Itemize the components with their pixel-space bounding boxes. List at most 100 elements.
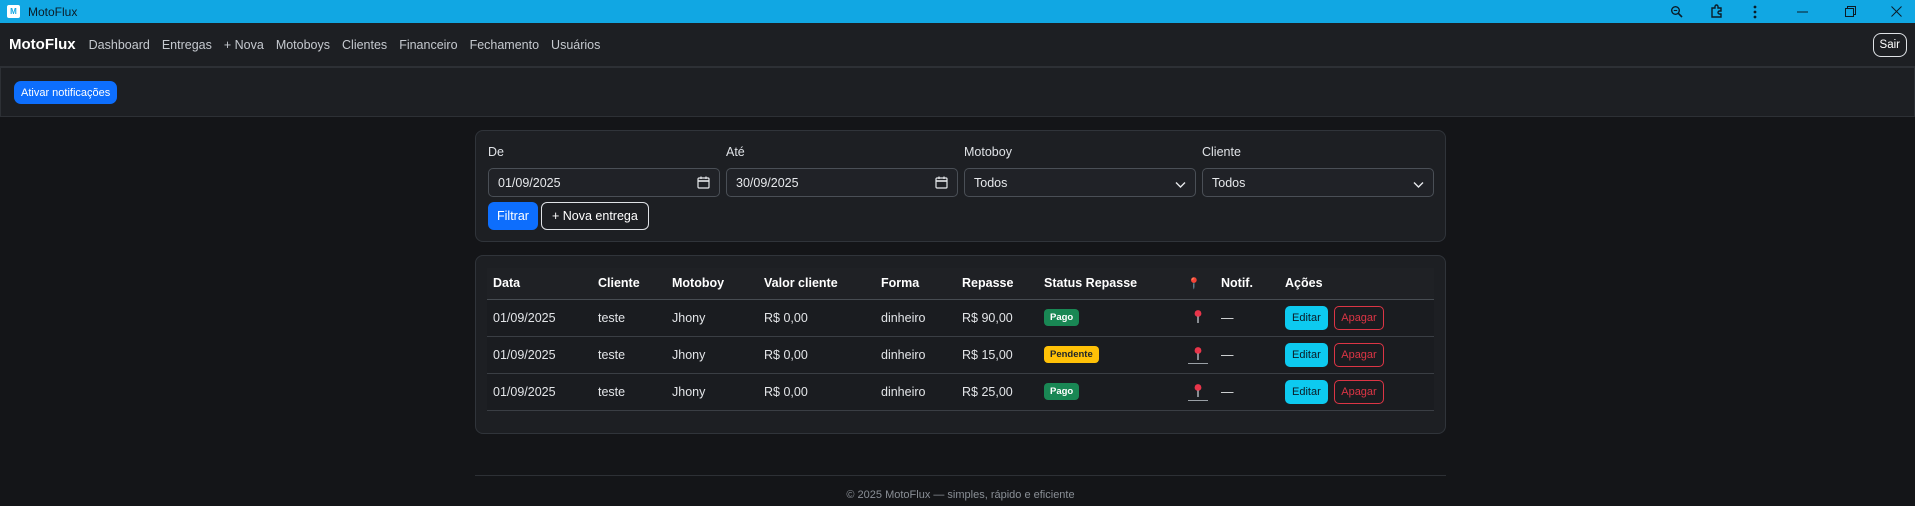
cell-actions: Editar Apagar: [1279, 336, 1434, 374]
calendar-icon[interactable]: [935, 176, 948, 192]
cell-method: dinheiro: [875, 336, 956, 374]
filter-to-date-input[interactable]: 30/09/2025: [726, 168, 958, 197]
notification-bar: Ativar notificações: [0, 67, 1915, 117]
table-header-row: Data Cliente Motoboy Valor cliente Forma…: [487, 268, 1434, 300]
delete-button[interactable]: Apagar: [1334, 379, 1384, 404]
cell-date: 01/09/2025: [487, 373, 592, 411]
table-row: 01/09/2025 teste Jhony R$ 0,00 dinheiro …: [487, 299, 1434, 337]
filter-card: De 01/09/2025 Até 30/09/2025 Motoboy Tod…: [475, 130, 1446, 242]
filter-client-select[interactable]: Todos: [1202, 168, 1434, 197]
table-row: 01/09/2025 teste Jhony R$ 0,00 dinheiro …: [487, 336, 1434, 374]
cell-client-value: R$ 0,00: [758, 299, 875, 337]
window-title: MotoFlux: [28, 4, 78, 19]
cell-notif: —: [1215, 336, 1279, 374]
cell-client: teste: [592, 299, 666, 337]
cell-motoboy: Jhony: [666, 373, 758, 411]
cell-motoboy: Jhony: [666, 299, 758, 337]
column-header-actions: Ações: [1279, 268, 1434, 300]
cell-method: dinheiro: [875, 299, 956, 337]
delete-button[interactable]: Apagar: [1334, 305, 1384, 330]
cell-motoboy: Jhony: [666, 336, 758, 374]
cell-status: Pago: [1038, 299, 1181, 337]
edit-button[interactable]: Editar: [1285, 379, 1328, 404]
cell-client: teste: [592, 373, 666, 411]
filter-to-label: Até: [726, 145, 745, 159]
filter-from-group: De 01/09/2025: [488, 145, 720, 197]
filter-motoboy-value: Todos: [974, 175, 1008, 190]
edit-button[interactable]: Editar: [1285, 342, 1328, 367]
column-header-payout-status[interactable]: Status Repasse: [1038, 268, 1181, 300]
status-badge: Pago: [1044, 309, 1080, 326]
edit-button[interactable]: Editar: [1285, 305, 1328, 330]
filter-from-value: 01/09/2025: [498, 175, 561, 190]
cell-status: Pendente: [1038, 336, 1181, 374]
filter-client-label: Cliente: [1202, 145, 1241, 159]
zoom-icon[interactable]: [1664, 0, 1688, 23]
nav-link-usuarios[interactable]: Usuários: [551, 38, 600, 52]
column-header-client-value[interactable]: Valor cliente: [758, 268, 875, 300]
minimize-icon[interactable]: [1790, 0, 1814, 23]
logout-button[interactable]: Sair: [1872, 33, 1907, 57]
nav-link-clientes[interactable]: Clientes: [342, 38, 387, 52]
footer-divider: [475, 475, 1446, 476]
enable-notifications-button[interactable]: Ativar notificações: [14, 81, 118, 104]
column-header-motoboy[interactable]: Motoboy: [666, 268, 758, 300]
cell-status: Pago: [1038, 373, 1181, 411]
nav-link-entregas[interactable]: Entregas: [162, 38, 212, 52]
table-row: 01/09/2025 teste Jhony R$ 0,00 dinheiro …: [487, 373, 1434, 411]
column-header-location-icon: 📍: [1181, 268, 1215, 300]
brand-logo[interactable]: MotoFlux: [9, 36, 76, 53]
cell-payout: R$ 25,00: [956, 373, 1038, 411]
filter-button[interactable]: Filtrar: [488, 202, 538, 230]
filter-client-group: Cliente Todos: [1202, 145, 1434, 197]
cell-location: [1181, 373, 1215, 411]
status-badge: Pago: [1044, 383, 1080, 400]
cell-client-value: R$ 0,00: [758, 373, 875, 411]
nav-link-dashboard[interactable]: Dashboard: [89, 38, 150, 52]
filter-motoboy-select[interactable]: Todos: [964, 168, 1196, 197]
cell-actions: Editar Apagar: [1279, 373, 1434, 411]
cell-location: [1181, 336, 1215, 374]
nav-link-motoboys[interactable]: Motoboys: [276, 38, 330, 52]
cell-payout: R$ 15,00: [956, 336, 1038, 374]
cell-date: 01/09/2025: [487, 299, 592, 337]
cell-date: 01/09/2025: [487, 336, 592, 374]
map-pin-icon[interactable]: [1187, 309, 1209, 327]
filter-from-label: De: [488, 145, 504, 159]
calendar-icon[interactable]: [697, 176, 710, 192]
cell-client: teste: [592, 336, 666, 374]
restore-icon[interactable]: [1838, 0, 1862, 23]
nav-link-fechamento[interactable]: Fechamento: [470, 38, 539, 52]
map-pin-link-icon[interactable]: [1187, 346, 1209, 364]
column-header-notif[interactable]: Notif.: [1215, 268, 1279, 300]
status-badge: Pendente: [1044, 346, 1099, 363]
extensions-icon[interactable]: [1704, 0, 1728, 23]
footer-text: © 2025 MotoFlux — simples, rápido e efic…: [846, 489, 1075, 501]
cell-method: dinheiro: [875, 373, 956, 411]
filter-to-group: Até 30/09/2025: [726, 145, 958, 197]
deliveries-table: Data Cliente Motoboy Valor cliente Forma…: [487, 268, 1434, 411]
filter-to-value: 30/09/2025: [736, 175, 799, 190]
chevron-down-icon: [1413, 178, 1424, 192]
more-icon[interactable]: [1744, 0, 1766, 23]
cell-notif: —: [1215, 299, 1279, 337]
close-icon[interactable]: [1884, 0, 1908, 23]
top-navbar: MotoFlux Dashboard Entregas + Nova Motob…: [0, 23, 1915, 67]
new-delivery-button[interactable]: + Nova entrega: [541, 202, 649, 230]
cell-client-value: R$ 0,00: [758, 336, 875, 374]
nav-link-nova[interactable]: + Nova: [224, 38, 264, 52]
filter-motoboy-group: Motoboy Todos: [964, 145, 1196, 197]
filter-from-date-input[interactable]: 01/09/2025: [488, 168, 720, 197]
cell-notif: —: [1215, 373, 1279, 411]
delete-button[interactable]: Apagar: [1334, 342, 1384, 367]
cell-payout: R$ 90,00: [956, 299, 1038, 337]
chevron-down-icon: [1175, 178, 1186, 192]
nav-link-financeiro[interactable]: Financeiro: [399, 38, 457, 52]
column-header-date[interactable]: Data: [487, 268, 592, 300]
filter-client-value: Todos: [1212, 175, 1246, 190]
column-header-client[interactable]: Cliente: [592, 268, 666, 300]
cell-actions: Editar Apagar: [1279, 299, 1434, 337]
column-header-method[interactable]: Forma: [875, 268, 956, 300]
map-pin-link-icon[interactable]: [1187, 383, 1209, 401]
column-header-payout[interactable]: Repasse: [956, 268, 1038, 300]
